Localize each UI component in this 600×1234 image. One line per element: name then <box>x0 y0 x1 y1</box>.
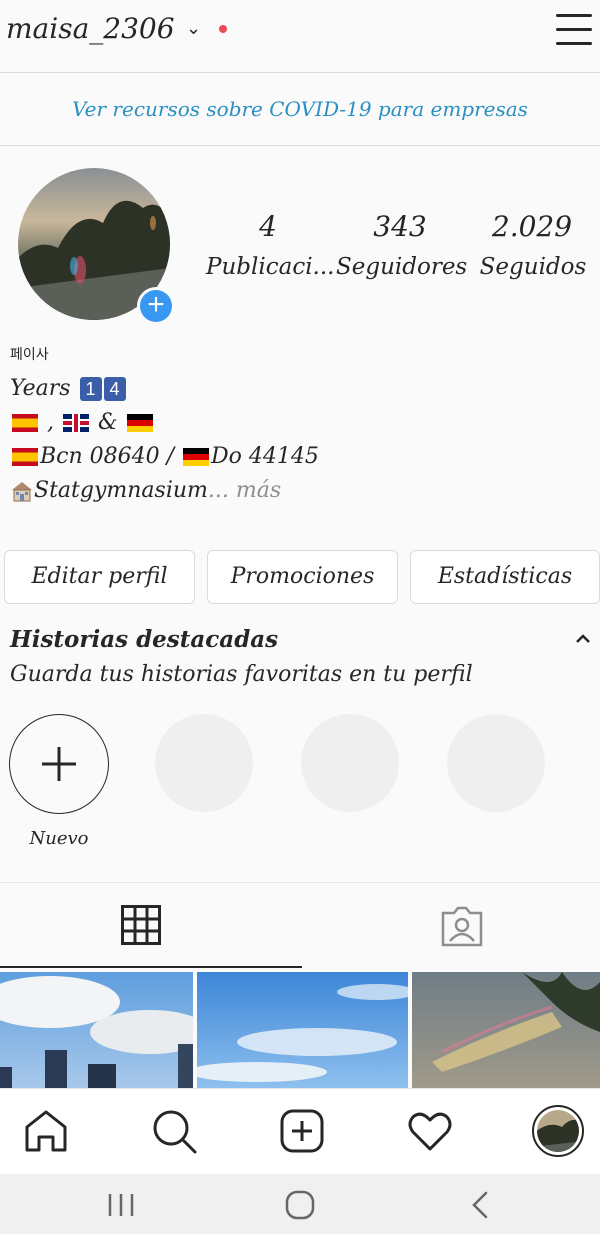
notification-dot <box>219 25 227 33</box>
highlights-subtitle: Guarda tus historias favoritas en tu per… <box>10 662 473 687</box>
insights-button[interactable]: Estadísticas <box>410 550 600 604</box>
post-thumbnail[interactable] <box>412 972 600 1088</box>
grid-icon[interactable] <box>121 905 161 945</box>
highlight-placeholder <box>155 714 253 812</box>
chevron-up-icon[interactable] <box>574 630 592 648</box>
spain-flag-icon <box>12 448 38 466</box>
bio-sep-comma: , <box>47 410 54 435</box>
followers-label[interactable]: Seguidores <box>336 254 467 280</box>
germany-flag-icon <box>126 414 153 432</box>
post-thumbnail[interactable] <box>0 972 193 1088</box>
following-label[interactable]: Seguidos <box>478 254 588 280</box>
highlight-placeholder <box>301 714 399 812</box>
top-bar: maisa_2306 ⌄ <box>0 0 600 73</box>
uk-flag-icon <box>63 414 89 432</box>
highlights-title: Historias destacadas <box>10 626 279 653</box>
bio-location-de: Do 44145 <box>211 444 319 469</box>
posts-label[interactable]: Publicaci... <box>206 254 335 280</box>
new-highlight-button[interactable] <box>9 714 109 814</box>
back-icon[interactable] <box>466 1190 494 1220</box>
bio-sep-amp: & <box>98 410 118 435</box>
menu-icon[interactable] <box>556 14 594 46</box>
following-count[interactable]: 2.029 <box>484 210 580 243</box>
bio-line-2: , & <box>10 410 155 435</box>
germany-flag-icon <box>183 448 210 466</box>
keycap-four-icon: 4 <box>103 377 126 401</box>
search-icon[interactable] <box>150 1107 198 1155</box>
bottom-navigation <box>0 1088 600 1175</box>
post-thumbnail[interactable] <box>197 972 408 1088</box>
home-circle-icon[interactable] <box>284 1189 316 1221</box>
bio-location-es: Bcn 08640 / <box>40 444 175 469</box>
more-link[interactable]: ... más <box>208 478 281 503</box>
plus-icon <box>42 747 76 781</box>
bio-school: Statgymnasium <box>34 478 208 503</box>
covid-resources-link[interactable]: Ver recursos sobre COVID-19 para empresa… <box>0 97 600 121</box>
active-tab-indicator <box>0 966 302 968</box>
tagged-icon[interactable] <box>441 905 483 947</box>
profile-avatar-icon[interactable] <box>532 1105 584 1157</box>
home-icon[interactable] <box>22 1107 70 1155</box>
profile-name: 페이사 <box>10 346 49 362</box>
username[interactable]: maisa_2306 <box>6 12 175 45</box>
add-story-button[interactable]: + <box>137 287 175 325</box>
posts-count[interactable]: 4 <box>220 210 316 243</box>
bio-line-1: Years 14 <box>10 376 126 401</box>
bio-years: Years <box>10 376 71 401</box>
keycap-one-icon: 1 <box>79 377 102 401</box>
covid-banner: Ver recursos sobre COVID-19 para empresa… <box>0 73 600 146</box>
profile-tabs <box>0 882 600 969</box>
followers-count[interactable]: 343 <box>350 210 450 243</box>
school-icon <box>10 480 34 502</box>
promotions-button[interactable]: Promociones <box>207 550 398 604</box>
bio-line-4: Statgymnasium... más <box>10 478 281 503</box>
recents-icon[interactable] <box>106 1192 136 1218</box>
chevron-down-icon[interactable]: ⌄ <box>186 18 201 39</box>
highlight-placeholder <box>447 714 545 812</box>
android-navigation-bar <box>0 1174 600 1234</box>
bio-line-3: Bcn 08640 / Do 44145 <box>10 444 319 469</box>
edit-profile-button[interactable]: Editar perfil <box>4 550 195 604</box>
heart-icon[interactable] <box>406 1107 454 1155</box>
plus-icon: + <box>140 290 172 322</box>
new-highlight-label: Nuevo <box>29 828 89 849</box>
spain-flag-icon <box>12 414 38 432</box>
add-post-icon[interactable] <box>278 1107 326 1155</box>
